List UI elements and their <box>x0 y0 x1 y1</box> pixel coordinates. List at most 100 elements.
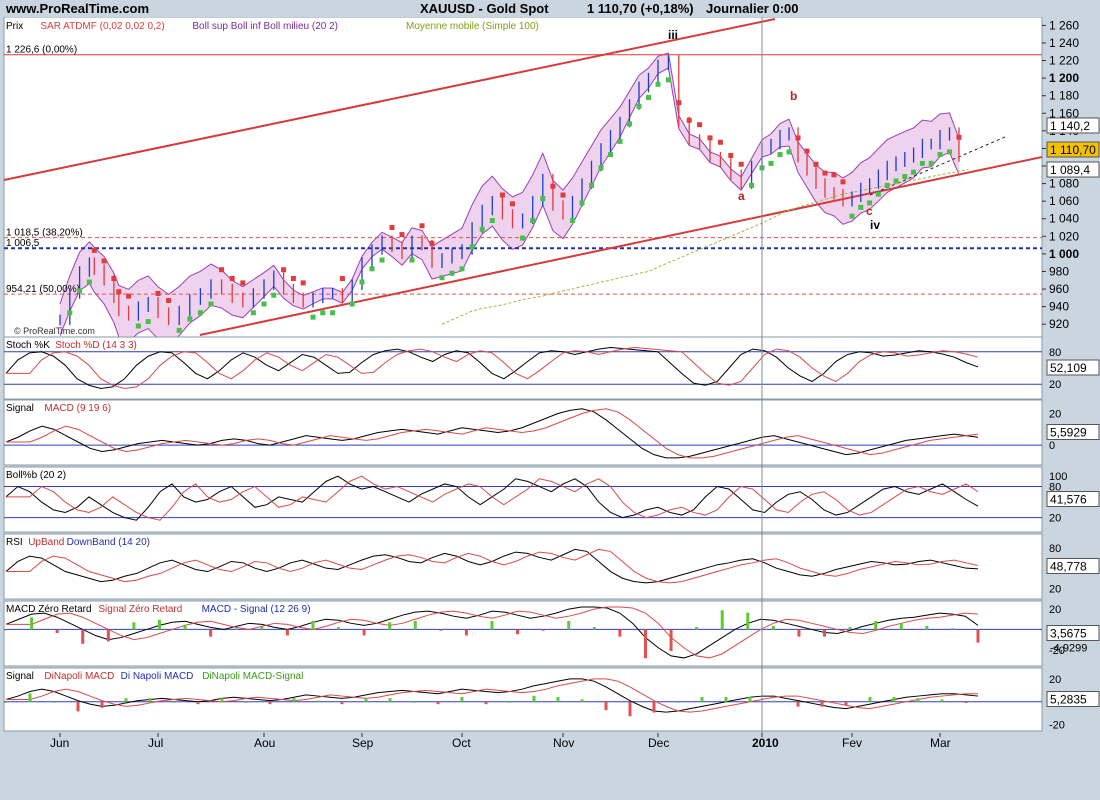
x-tick-label: Jul <box>148 736 163 750</box>
legend-entry: MACD Zéro Retard <box>6 604 92 615</box>
legend-entry: Di Napoli MACD <box>121 671 194 682</box>
y-tick-label: 1 000 <box>1049 247 1079 261</box>
y-tick-label: 1 260 <box>1049 18 1079 32</box>
sar-dot <box>339 276 345 282</box>
level-label: 1 226,6 (0,00%) <box>6 45 77 56</box>
histogram-bar <box>4 701 8 703</box>
histogram-bar <box>172 701 176 703</box>
y-tick-label: 20 <box>1049 409 1061 421</box>
sar-dot <box>786 149 792 155</box>
sar-dot <box>135 323 141 329</box>
x-tick-label: Fev <box>842 736 862 750</box>
legend-entry: Signal <box>6 671 34 682</box>
sar-dot <box>956 134 962 140</box>
histogram-bar <box>532 695 536 702</box>
histogram-bar <box>976 629 980 643</box>
histogram-bar <box>464 629 468 636</box>
x-tick-label: Aou <box>254 736 275 750</box>
sar-dot <box>369 266 375 272</box>
histogram-bar <box>720 610 724 630</box>
level-label: 1 006,5 <box>6 238 40 249</box>
y-tick-label: 1 040 <box>1049 212 1079 226</box>
histogram-bar <box>388 698 392 702</box>
last-value: 48,778 <box>1050 560 1087 574</box>
histogram-bar <box>439 629 443 631</box>
histogram-bar <box>183 624 187 630</box>
legend-entry: Boll sup Boll inf Boll milieu (20 2) <box>192 21 338 32</box>
histogram-bar <box>260 627 264 630</box>
sar-dot <box>728 152 734 158</box>
histogram-bar <box>364 698 368 702</box>
sar-dot <box>937 152 943 158</box>
sar-dot <box>707 135 713 141</box>
sar-dot <box>166 297 172 303</box>
histogram-bar <box>899 623 903 630</box>
histogram-bar <box>700 696 704 702</box>
histogram-bar <box>823 629 827 637</box>
sar-dot <box>349 301 355 307</box>
rsi-panel: RSI UpBand DownBand (14 20) 80 20 48,778 <box>3 533 1100 600</box>
site-name[interactable]: www.ProRealTime.com <box>6 1 149 16</box>
histogram-bar <box>797 629 801 637</box>
sar-dot <box>91 247 97 253</box>
sar-dot <box>893 178 899 184</box>
last-value: 52,109 <box>1050 361 1087 375</box>
sar-dot <box>261 301 267 307</box>
sar-dot <box>67 310 73 316</box>
sar-dot <box>884 182 890 188</box>
sar-dot <box>176 327 182 333</box>
sar-dot <box>489 218 495 224</box>
bollb-panel-bg <box>3 466 1043 533</box>
y-tick-label: 1 080 <box>1049 177 1079 191</box>
histogram-bar <box>652 701 656 713</box>
histogram-bar <box>76 701 80 712</box>
histogram-bar <box>940 699 944 702</box>
legend-entry: RSI <box>6 537 23 548</box>
x-tick-label: 2010 <box>752 736 779 750</box>
histogram-bar <box>28 693 32 702</box>
sar-dot <box>240 280 246 286</box>
legend-entry: Stoch %K <box>6 340 50 351</box>
wave-label: c <box>866 204 873 218</box>
histogram-bar <box>567 621 571 630</box>
x-tick-label: Nov <box>553 736 574 750</box>
sar-dot <box>795 135 801 141</box>
histogram-bar <box>81 629 85 644</box>
y-tick-label: 920 <box>1049 317 1069 331</box>
chart-area[interactable]: 1 226,6 (0,00%) 1 018,5 (38,20%)1 006,5 95… <box>0 17 1100 800</box>
last-value: 5,2835 <box>1050 693 1087 707</box>
histogram-bar <box>132 622 136 630</box>
bollb-panel: Boll%b (20 2) 100802041,576 <box>3 466 1100 533</box>
sar-dot <box>579 200 585 206</box>
histogram-bar <box>604 701 608 711</box>
legend-entry: Moyenne mobile (Simple 100) <box>406 21 539 32</box>
legend-entry: DiNapoli MACD <box>44 671 114 682</box>
histogram-bar <box>311 621 315 630</box>
histogram-bar <box>460 696 464 702</box>
sar-dot <box>646 94 651 100</box>
histogram-bar <box>748 696 752 702</box>
macdzr-panel: MACD Zéro Retard Signal Zéro Retard MACD -… <box>3 600 1100 667</box>
price-panel: 1 226,6 (0,00%) 1 018,5 (38,20%)1 006,5 95… <box>3 17 1100 346</box>
histogram-bar <box>106 629 110 642</box>
histogram-bar <box>316 700 320 702</box>
y-tick-label: 1 060 <box>1049 194 1079 208</box>
sar-dot <box>911 169 917 175</box>
sar-dot <box>208 301 214 307</box>
sar-dot <box>419 223 425 229</box>
sar-dot <box>101 258 107 264</box>
y-tick-label: 80 <box>1049 347 1061 359</box>
histogram-bar <box>541 629 545 631</box>
sar-dot <box>858 204 864 210</box>
histogram-bar <box>669 629 673 652</box>
histogram-bar <box>676 701 680 703</box>
histogram-bar <box>580 699 584 702</box>
y-tick-label: 1 020 <box>1049 229 1079 243</box>
histogram-bar <box>196 701 200 705</box>
x-tick-label: Dec <box>648 736 669 750</box>
histogram-bar <box>124 698 128 702</box>
histogram-bar <box>337 627 341 630</box>
y-tick-label: 940 <box>1049 300 1069 314</box>
sar-dot <box>627 121 632 127</box>
sar-dot <box>389 225 395 231</box>
